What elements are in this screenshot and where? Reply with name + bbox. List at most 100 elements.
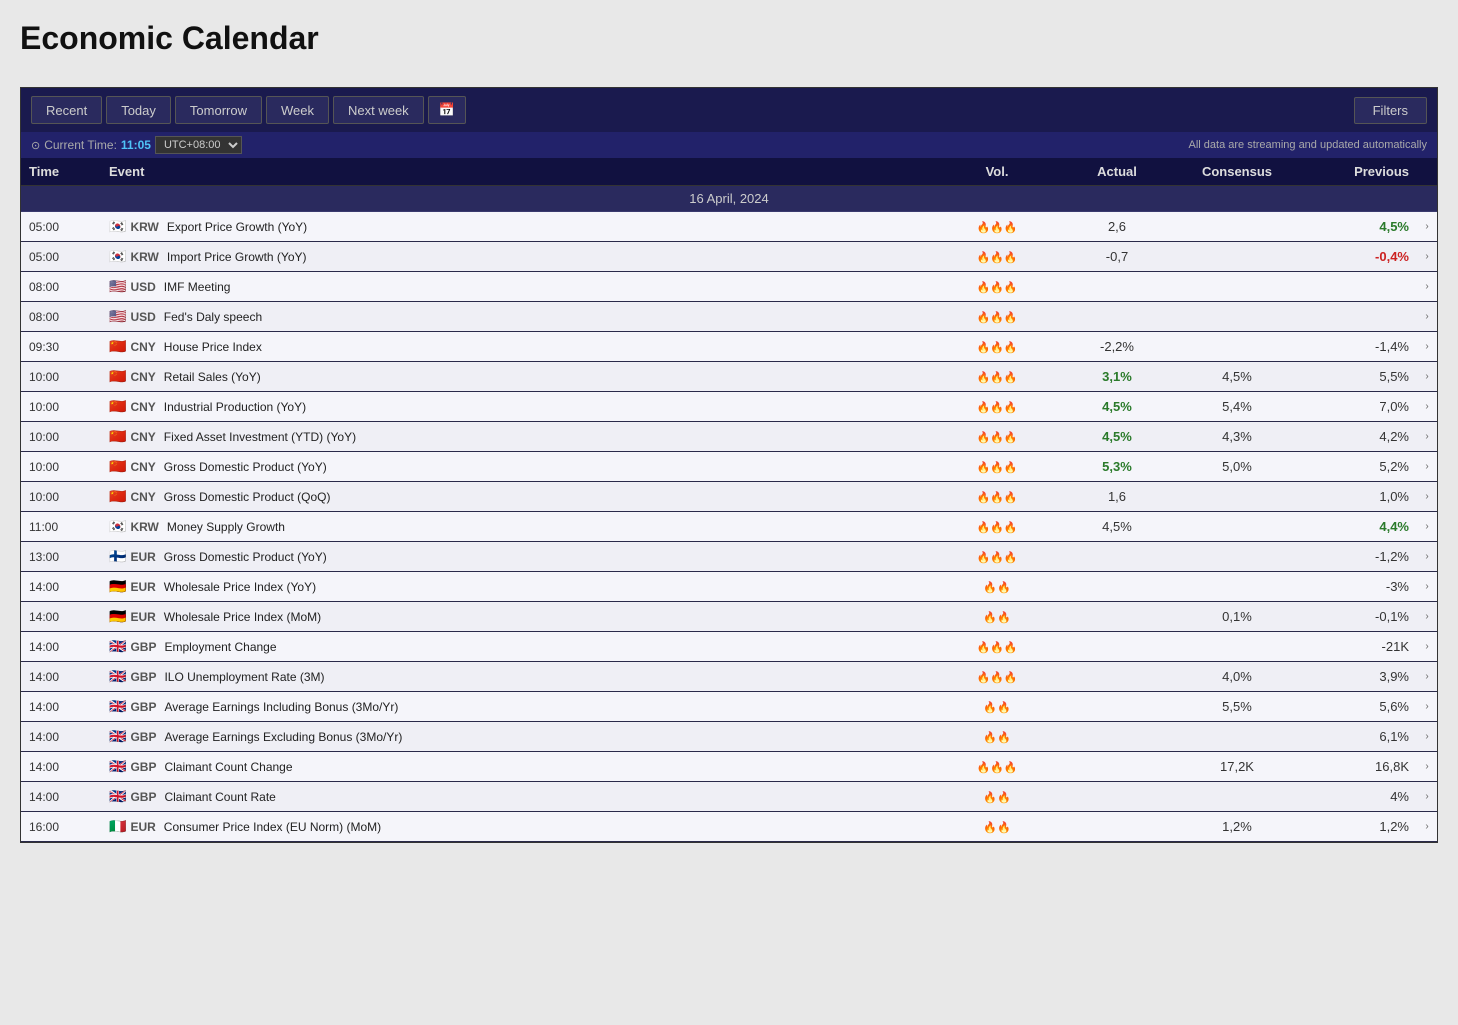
table-row[interactable]: 14:00 🇬🇧 GBP ILO Unemployment Rate (3M) … — [21, 662, 1437, 692]
table-row[interactable]: 14:00 🇩🇪 EUR Wholesale Price Index (YoY)… — [21, 572, 1437, 602]
country-flag: 🇰🇷 — [109, 518, 126, 535]
row-volatility: 🔥🔥🔥 — [937, 665, 1057, 688]
table-row[interactable]: 14:00 🇬🇧 GBP Claimant Count Change 🔥🔥🔥 1… — [21, 752, 1437, 782]
row-volatility: 🔥🔥 — [937, 815, 1057, 838]
filters-button[interactable]: Filters — [1354, 97, 1427, 124]
col-vol: Vol. — [937, 164, 1057, 179]
row-volatility: 🔥🔥🔥 — [937, 635, 1057, 658]
row-arrow[interactable]: › — [1417, 787, 1437, 806]
timezone-select[interactable]: UTC+08:00 UTC+00:00 UTC-05:00 — [155, 136, 242, 154]
flame-icon: 🔥 — [976, 282, 990, 294]
table-row[interactable]: 14:00 🇬🇧 GBP Claimant Count Rate 🔥🔥 4% › — [21, 782, 1437, 812]
table-row[interactable]: 14:00 🇬🇧 GBP Average Earnings Including … — [21, 692, 1437, 722]
row-arrow[interactable]: › — [1417, 367, 1437, 386]
row-consensus: 4,0% — [1177, 665, 1297, 688]
flame-icon: 🔥 — [976, 492, 990, 504]
table-row[interactable]: 05:00 🇰🇷 KRW Export Price Growth (YoY) 🔥… — [21, 212, 1437, 242]
row-arrow[interactable]: › — [1417, 757, 1437, 776]
row-arrow[interactable]: › — [1417, 307, 1437, 326]
row-arrow[interactable]: › — [1417, 247, 1437, 266]
event-name: Money Supply Growth — [167, 520, 285, 534]
event-name: Industrial Production (YoY) — [164, 400, 306, 414]
row-event: 🇩🇪 EUR Wholesale Price Index (MoM) — [101, 604, 937, 629]
row-arrow[interactable]: › — [1417, 217, 1437, 236]
btn-tomorrow[interactable]: Tomorrow — [175, 96, 262, 124]
row-arrow[interactable]: › — [1417, 277, 1437, 296]
flame-icon: 🔥 — [990, 642, 1004, 654]
col-arrow-header — [1417, 164, 1437, 179]
currency-code: CNY — [130, 460, 155, 474]
table-row[interactable]: 10:00 🇨🇳 CNY Gross Domestic Product (YoY… — [21, 452, 1437, 482]
row-previous: 1,0% — [1297, 485, 1417, 508]
row-time: 10:00 — [21, 486, 101, 508]
table-row[interactable]: 08:00 🇺🇸 USD Fed's Daly speech 🔥🔥🔥 › — [21, 302, 1437, 332]
flame-icon: 🔥 — [1004, 312, 1018, 324]
row-arrow[interactable]: › — [1417, 337, 1437, 356]
table-row[interactable]: 10:00 🇨🇳 CNY Retail Sales (YoY) 🔥🔥🔥 3,1%… — [21, 362, 1437, 392]
page-title: Economic Calendar — [20, 20, 1438, 57]
calendar-icon-button[interactable]: 📅 — [428, 96, 466, 124]
flame-icon: 🔥 — [976, 222, 990, 234]
currency-code: GBP — [130, 790, 156, 804]
event-name: House Price Index — [164, 340, 262, 354]
row-consensus: 4,5% — [1177, 365, 1297, 388]
row-actual — [1057, 823, 1177, 831]
flame-icon: 🔥 — [1004, 372, 1018, 384]
btn-today[interactable]: Today — [106, 96, 171, 124]
table-row[interactable]: 10:00 🇨🇳 CNY Industrial Production (YoY)… — [21, 392, 1437, 422]
btn-recent[interactable]: Recent — [31, 96, 102, 124]
row-actual: 4,5% — [1057, 395, 1177, 418]
currency-code: USD — [130, 310, 155, 324]
row-actual: 3,1% — [1057, 365, 1177, 388]
currency-code: CNY — [130, 400, 155, 414]
event-name: Gross Domestic Product (YoY) — [164, 550, 327, 564]
country-flag: 🇨🇳 — [109, 488, 126, 505]
row-arrow[interactable]: › — [1417, 667, 1437, 686]
row-consensus: 5,4% — [1177, 395, 1297, 418]
row-arrow[interactable]: › — [1417, 397, 1437, 416]
table-row[interactable]: 09:30 🇨🇳 CNY House Price Index 🔥🔥🔥 -2,2%… — [21, 332, 1437, 362]
row-consensus — [1177, 493, 1297, 501]
btn-next-week[interactable]: Next week — [333, 96, 424, 124]
row-previous: 5,5% — [1297, 365, 1417, 388]
table-row[interactable]: 11:00 🇰🇷 KRW Money Supply Growth 🔥🔥🔥 4,5… — [21, 512, 1437, 542]
table-row[interactable]: 05:00 🇰🇷 KRW Import Price Growth (YoY) 🔥… — [21, 242, 1437, 272]
row-previous — [1297, 283, 1417, 291]
table-row[interactable]: 08:00 🇺🇸 USD IMF Meeting 🔥🔥🔥 › — [21, 272, 1437, 302]
row-time: 09:30 — [21, 336, 101, 358]
row-actual — [1057, 583, 1177, 591]
row-arrow[interactable]: › — [1417, 487, 1437, 506]
flame-icon: 🔥 — [976, 402, 990, 414]
currency-code: GBP — [130, 700, 156, 714]
flame-icon: 🔥 — [997, 822, 1011, 834]
flame-icon: 🔥 — [1004, 552, 1018, 564]
row-previous — [1297, 313, 1417, 321]
btn-week[interactable]: Week — [266, 96, 329, 124]
row-arrow[interactable]: › — [1417, 817, 1437, 836]
row-actual — [1057, 763, 1177, 771]
row-arrow[interactable]: › — [1417, 547, 1437, 566]
table-row[interactable]: 10:00 🇨🇳 CNY Fixed Asset Investment (YTD… — [21, 422, 1437, 452]
table-row[interactable]: 16:00 🇮🇹 EUR Consumer Price Index (EU No… — [21, 812, 1437, 842]
table-row[interactable]: 14:00 🇬🇧 GBP Employment Change 🔥🔥🔥 -21K … — [21, 632, 1437, 662]
row-arrow[interactable]: › — [1417, 517, 1437, 536]
row-volatility: 🔥🔥🔥 — [937, 425, 1057, 448]
table-row[interactable]: 10:00 🇨🇳 CNY Gross Domestic Product (QoQ… — [21, 482, 1437, 512]
row-volatility: 🔥🔥🔥 — [937, 365, 1057, 388]
row-arrow[interactable]: › — [1417, 457, 1437, 476]
table-row[interactable]: 14:00 🇬🇧 GBP Average Earnings Excluding … — [21, 722, 1437, 752]
row-arrow[interactable]: › — [1417, 637, 1437, 656]
row-arrow[interactable]: › — [1417, 607, 1437, 626]
table-row[interactable]: 14:00 🇩🇪 EUR Wholesale Price Index (MoM)… — [21, 602, 1437, 632]
row-volatility: 🔥🔥 — [937, 725, 1057, 748]
row-arrow[interactable]: › — [1417, 427, 1437, 446]
currency-code: KRW — [130, 250, 158, 264]
currency-code: GBP — [130, 670, 156, 684]
row-arrow[interactable]: › — [1417, 577, 1437, 596]
row-arrow[interactable]: › — [1417, 727, 1437, 746]
country-flag: 🇩🇪 — [109, 578, 126, 595]
row-arrow[interactable]: › — [1417, 697, 1437, 716]
table-row[interactable]: 13:00 🇫🇮 EUR Gross Domestic Product (YoY… — [21, 542, 1437, 572]
row-volatility: 🔥🔥🔥 — [937, 545, 1057, 568]
row-consensus: 5,5% — [1177, 695, 1297, 718]
